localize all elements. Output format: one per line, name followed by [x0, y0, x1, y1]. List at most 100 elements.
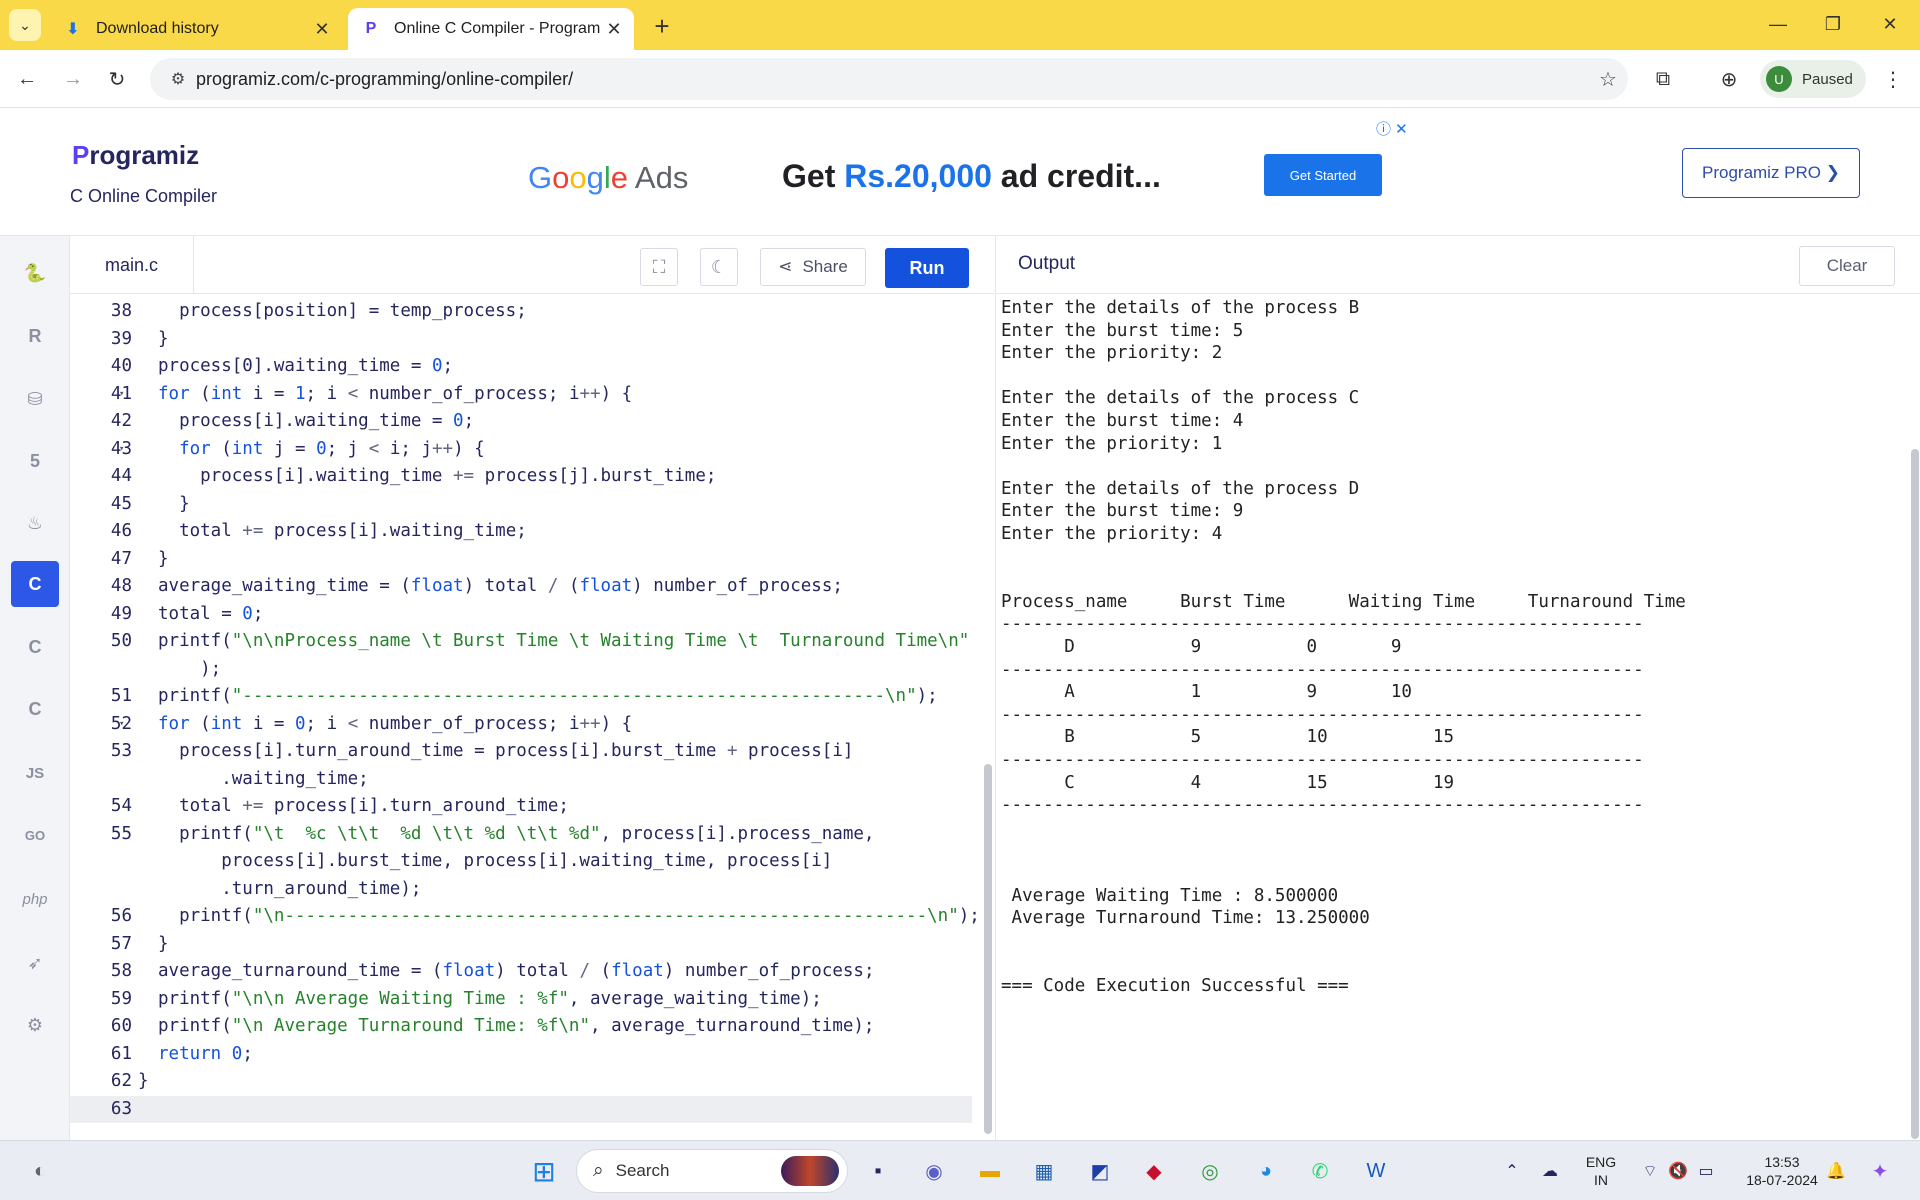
r-language-icon[interactable]: R [11, 313, 59, 359]
code-line[interactable]: for (int i = 0; i < number_of_process; i… [158, 711, 632, 739]
teams-chat-icon[interactable]: ◉ [914, 1151, 954, 1191]
back-button[interactable]: ← [10, 62, 44, 96]
mcafee-icon[interactable]: ◆ [1134, 1151, 1174, 1191]
programiz-pro-button[interactable]: Programiz PRO ❯ [1682, 148, 1860, 198]
windows-start-icon[interactable]: ⊞ [524, 1151, 564, 1191]
swift-icon[interactable]: ➶ [11, 940, 59, 986]
editor-scrollbar[interactable] [984, 764, 992, 1134]
java-icon[interactable]: ♨ [11, 500, 59, 546]
sql-database-icon[interactable]: ⛁ [11, 376, 59, 422]
task-view-icon[interactable]: ▪ [858, 1151, 898, 1191]
code-line[interactable]: printf("\n Average Turnaround Time: %f\n… [158, 1013, 874, 1041]
battery-icon[interactable]: ▭ [1686, 1151, 1726, 1191]
php-icon[interactable]: php [11, 876, 59, 922]
code-line[interactable]: return 0; [158, 1041, 253, 1069]
clear-button[interactable]: Clear [1799, 246, 1895, 286]
cpp-icon[interactable]: C [11, 624, 59, 670]
close-icon[interactable]: ✕ [600, 15, 628, 43]
fullscreen-button[interactable]: ⛶ [640, 248, 678, 286]
output-console[interactable]: Enter the details of the process B Enter … [995, 294, 1920, 1140]
code-line[interactable]: } [158, 326, 169, 354]
chevron-up-icon[interactable]: ⌃ [1492, 1151, 1532, 1191]
code-line[interactable]: average_turnaround_time = (float) total … [158, 958, 875, 986]
site-info-icon[interactable]: ⚙ [160, 69, 196, 89]
code-line[interactable]: printf("\n\nProcess_name \t Burst Time \… [158, 628, 969, 656]
profile-button[interactable]: U Paused [1760, 60, 1866, 98]
fold-arrow-icon[interactable]: ▾ [119, 719, 131, 729]
code-line[interactable]: } [138, 1068, 149, 1096]
rust-icon[interactable]: ⚙ [11, 1002, 59, 1048]
programiz-logo[interactable]: Programiz [72, 140, 199, 171]
code-line[interactable]: printf("\t %c \t\t %d \t\t %d \t\t %d", … [158, 821, 874, 849]
html-icon[interactable]: 5 [11, 438, 59, 484]
dark-mode-button[interactable]: ☾ [700, 248, 738, 286]
code-line[interactable]: } [158, 931, 169, 959]
notification-bell-icon[interactable]: 🔔 [1816, 1151, 1856, 1191]
edge-icon[interactable]: ◕ [1246, 1151, 1286, 1191]
forward-button[interactable]: → [56, 62, 90, 96]
app-icon[interactable]: ◩ [1080, 1151, 1120, 1191]
code-line[interactable]: average_waiting_time = (float) total / (… [158, 573, 843, 601]
word-icon[interactable]: W [1356, 1151, 1396, 1191]
code-line[interactable]: total += process[i].waiting_time; [158, 518, 527, 546]
file-tab-main-c[interactable]: main.c [70, 236, 194, 294]
code-line[interactable]: process[i].waiting_time += process[j].bu… [158, 463, 716, 491]
code-line[interactable]: printf("--------------------------------… [158, 683, 938, 711]
language-indicator[interactable]: ENG IN [1578, 1153, 1624, 1189]
code-line[interactable]: process[i].turn_around_time = process[i]… [158, 738, 853, 766]
restore-button[interactable]: ❐ [1813, 8, 1853, 40]
chrome-icon[interactable]: ◎ [1190, 1151, 1230, 1191]
share-button[interactable]: ⋖ Share [760, 248, 866, 286]
reload-button[interactable]: ↻ [100, 62, 134, 96]
ad-banner[interactable]: Google Ads Get Rs.20,000 ad credit... Ge… [520, 130, 1420, 230]
code-line[interactable]: process[i].burst_time, process[i].waitin… [158, 848, 832, 876]
code-line[interactable]: } [158, 491, 190, 519]
line-number: 46 [110, 521, 132, 541]
code-line[interactable]: .turn_around_time); [158, 876, 421, 904]
python-icon[interactable]: 🐍 [11, 250, 59, 296]
code-line[interactable]: printf("\n\n Average Waiting Time : %f",… [158, 986, 822, 1014]
tab-download-history[interactable]: ⬇ Download history ✕ [50, 8, 342, 50]
url-text[interactable]: programiz.com/c-programming/online-compi… [196, 69, 1588, 90]
code-line[interactable]: } [158, 546, 169, 574]
javascript-icon[interactable]: JS [11, 750, 59, 796]
browser-menu-button[interactable]: ⋮ [1876, 62, 1910, 96]
fold-arrow-icon[interactable]: ▾ [119, 444, 131, 454]
tab-search-button[interactable]: ⌄ [9, 9, 41, 41]
code-line[interactable]: .waiting_time; [158, 766, 369, 794]
run-button[interactable]: Run [885, 248, 969, 288]
code-line[interactable]: process[position] = temp_process; [158, 298, 527, 326]
address-bar[interactable]: ⚙ programiz.com/c-programming/online-com… [150, 58, 1628, 100]
code-line[interactable]: process[i].waiting_time = 0; [158, 408, 474, 436]
code-line[interactable]: printf("\n------------------------------… [158, 903, 980, 931]
whatsapp-icon[interactable]: ✆ [1300, 1151, 1340, 1191]
csharp-icon[interactable]: C [11, 686, 59, 732]
new-tab-button[interactable]: + [648, 11, 676, 41]
output-scrollbar[interactable] [1911, 449, 1919, 1139]
ad-info-icon[interactable]: ⓘ ✕ [1376, 118, 1408, 139]
code-line[interactable]: ); [158, 656, 221, 684]
weather-widget-icon[interactable]: ◐ [20, 1151, 60, 1191]
onedrive-icon[interactable]: ☁ [1530, 1151, 1570, 1191]
taskbar-search[interactable]: ⌕ Search [576, 1149, 848, 1193]
downloads-button[interactable]: ⊕ [1712, 62, 1746, 96]
minimize-button[interactable]: — [1758, 8, 1798, 40]
tab-online-compiler[interactable]: P Online C Compiler - Programiz ✕ [348, 8, 634, 50]
go-icon[interactable]: GO [11, 812, 59, 858]
fold-arrow-icon[interactable]: ▾ [119, 389, 131, 399]
code-line[interactable]: total += process[i].turn_around_time; [158, 793, 569, 821]
code-line[interactable]: process[0].waiting_time = 0; [158, 353, 453, 381]
code-line[interactable]: for (int i = 1; i < number_of_process; i… [158, 381, 632, 409]
code-line[interactable]: for (int j = 0; j < i; j++) { [158, 436, 485, 464]
microsoft-store-icon[interactable]: ▦ [1024, 1151, 1064, 1191]
extensions-button[interactable]: ⧉ [1646, 62, 1680, 96]
window-close-button[interactable]: ✕ [1870, 8, 1910, 40]
copilot-icon[interactable]: ✦ [1860, 1151, 1900, 1191]
ad-get-started-button[interactable]: Get Started [1264, 154, 1382, 196]
file-explorer-icon[interactable]: ▬ [970, 1151, 1010, 1191]
code-editor[interactable]: 38 process[position] = temp_process; 39} 4… [70, 294, 994, 1140]
close-icon[interactable]: ✕ [308, 15, 336, 43]
code-line[interactable]: total = 0; [158, 601, 263, 629]
bookmark-star-icon[interactable]: ☆ [1588, 67, 1628, 92]
c-language-icon[interactable]: C [11, 561, 59, 607]
